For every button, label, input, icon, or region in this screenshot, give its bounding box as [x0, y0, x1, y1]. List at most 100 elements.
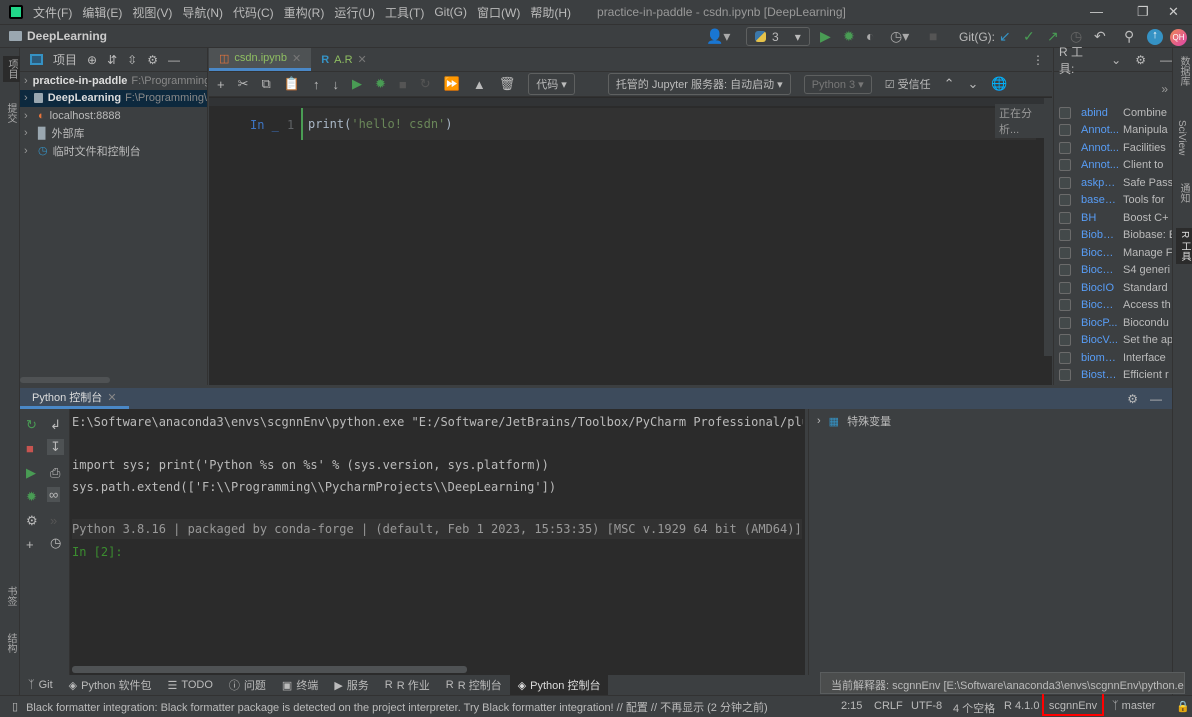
run-icon[interactable]: ▶: [820, 28, 831, 45]
stop-icon[interactable]: ■: [26, 441, 34, 456]
package-checkbox[interactable]: [1059, 106, 1071, 119]
package-row[interactable]: Annot... Facilities: [1054, 139, 1172, 157]
restart-icon[interactable]: ↻: [420, 76, 431, 92]
code-cell[interactable]: print('hello! csdn'): [301, 108, 1036, 140]
tool-tab-r-jobs[interactable]: RR 作业: [377, 675, 438, 695]
history-icon[interactable]: ◷: [50, 535, 61, 551]
tool-tab-r-console[interactable]: RR 控制台: [438, 675, 510, 695]
console-prompt[interactable]: In [2]:: [72, 545, 123, 559]
package-checkbox[interactable]: [1059, 159, 1071, 172]
cell-type-dropdown[interactable]: 代码 ▾: [528, 73, 575, 95]
menu-view[interactable]: 视图(V): [132, 4, 172, 21]
stripe-structure[interactable]: 结构: [3, 633, 18, 653]
package-checkbox[interactable]: [1059, 194, 1071, 207]
locate-icon[interactable]: ⊕: [87, 53, 97, 67]
package-row[interactable]: Biostri... Efficient r: [1054, 367, 1172, 385]
prev-cell-icon[interactable]: ⌃: [944, 76, 955, 92]
package-name[interactable]: Biostri...: [1081, 369, 1120, 381]
tool-tab-problems[interactable]: ⓘ 问题: [221, 675, 274, 695]
more-options-icon[interactable]: ⋮: [1032, 53, 1044, 67]
stripe-database[interactable]: 数据库: [1176, 56, 1191, 86]
package-row[interactable]: BiocM... Access th: [1054, 297, 1172, 315]
r-version[interactable]: R 4.1.0: [1004, 700, 1039, 712]
hide-icon[interactable]: —: [168, 53, 180, 67]
line-separator[interactable]: CRLF: [874, 700, 903, 712]
delete-icon[interactable]: 🗑: [499, 76, 516, 92]
package-row[interactable]: BiocV... Set the ap: [1054, 332, 1172, 350]
expand-icon[interactable]: »: [1054, 72, 1172, 104]
settings-icon[interactable]: ⚙: [147, 53, 158, 67]
soft-wrap-icon[interactable]: ↲: [50, 417, 61, 433]
clear-outputs-icon[interactable]: ▲: [473, 77, 486, 92]
package-checkbox[interactable]: [1059, 281, 1071, 294]
settings-icon[interactable]: ⚙: [26, 513, 38, 529]
lock-icon[interactable]: 🔒: [1176, 700, 1190, 713]
tree-item[interactable]: › ▉ 外部库: [20, 125, 207, 143]
tool-tab-python-packages[interactable]: ◈ Python 软件包: [61, 675, 160, 695]
package-name[interactable]: abind: [1081, 107, 1120, 119]
run-cell-icon[interactable]: ▶: [352, 76, 362, 92]
kernel-dropdown[interactable]: Python 3 ▾: [803, 74, 872, 94]
close-tab-icon[interactable]: ✕: [292, 52, 301, 65]
run-config-dropdown[interactable]: 3 ▾: [746, 27, 810, 46]
hide-icon[interactable]: —: [1160, 53, 1172, 67]
tab-python-console[interactable]: Python 控制台 ✕: [20, 388, 129, 409]
file-encoding[interactable]: UTF-8: [911, 700, 942, 712]
git-commit-icon[interactable]: ✓: [1023, 28, 1035, 45]
stripe-sciview[interactable]: SciView: [1176, 120, 1187, 155]
package-name[interactable]: BiocP...: [1081, 317, 1120, 329]
indent-setting[interactable]: 4 个空格: [953, 700, 995, 716]
profile-icon[interactable]: ◷▾: [890, 28, 909, 45]
package-row[interactable]: base6... Tools for: [1054, 192, 1172, 210]
execute-icon[interactable]: ▶: [26, 465, 36, 481]
menu-file[interactable]: 文件(F): [33, 4, 72, 21]
tree-item[interactable]: › practice-in-paddle F:\Programming\: [20, 72, 207, 90]
package-row[interactable]: BH Boost C+: [1054, 209, 1172, 227]
package-name[interactable]: base6...: [1081, 194, 1120, 206]
stripe-project[interactable]: 项目: [3, 56, 20, 82]
stripe-r-tools[interactable]: R 工具: [1176, 228, 1192, 264]
close-tab-icon[interactable]: ✕: [358, 53, 367, 66]
collapse-all-icon[interactable]: ⇳: [127, 53, 137, 67]
menu-refactor[interactable]: 重构(R): [284, 4, 325, 21]
package-row[interactable]: bioma... Interface: [1054, 349, 1172, 367]
trusted-checkbox[interactable]: ☑ 受信任: [885, 76, 931, 92]
update-icon[interactable]: ↑: [1147, 29, 1163, 45]
new-console-icon[interactable]: +: [26, 537, 34, 552]
account-icon[interactable]: 👤▾: [706, 28, 730, 45]
package-name[interactable]: BiocM...: [1081, 299, 1120, 311]
menu-run[interactable]: 运行(U): [334, 4, 375, 21]
git-push-icon[interactable]: ↗: [1047, 28, 1059, 45]
package-checkbox[interactable]: [1059, 124, 1071, 137]
tool-tab-python-console[interactable]: ◈ Python 控制台: [509, 675, 609, 695]
tree-item[interactable]: › ◷ 临时文件和控制台: [20, 142, 207, 160]
print-icon[interactable]: ⎙: [50, 465, 60, 481]
search-icon[interactable]: ⚲: [1124, 28, 1134, 45]
coverage-icon[interactable]: ◐: [866, 28, 874, 44]
status-message[interactable]: Black formatter integration: Black forma…: [26, 699, 768, 715]
package-name[interactable]: Annot...: [1081, 142, 1120, 154]
package-checkbox[interactable]: [1059, 316, 1071, 329]
globe-icon[interactable]: 🌐: [991, 76, 1007, 92]
package-row[interactable]: Biobase Biobase: E: [1054, 227, 1172, 245]
package-name[interactable]: BH: [1081, 212, 1120, 224]
menu-git[interactable]: Git(G): [434, 5, 467, 19]
scroll-to-end-icon[interactable]: ↧: [47, 439, 64, 455]
project-panel-title[interactable]: 项目: [53, 51, 77, 68]
menu-code[interactable]: 代码(C): [233, 4, 274, 21]
caret-position[interactable]: 2:15: [841, 700, 862, 712]
chevron-down-icon[interactable]: ⌄: [1111, 53, 1121, 67]
hide-icon[interactable]: —: [1150, 392, 1162, 406]
package-checkbox[interactable]: [1059, 246, 1071, 259]
tab-a-r[interactable]: R A.R ✕: [311, 48, 377, 71]
special-variables-node[interactable]: › ▦ 特殊变量: [809, 409, 1172, 433]
stop-icon[interactable]: ■: [929, 28, 937, 44]
package-name[interactable]: BiocG...: [1081, 264, 1120, 276]
package-row[interactable]: BiocIO Standard: [1054, 279, 1172, 297]
add-cell-icon[interactable]: +: [217, 77, 225, 92]
package-row[interactable]: Annot... Manipula: [1054, 122, 1172, 140]
stripe-bookmarks[interactable]: 书签: [3, 586, 18, 606]
copy-icon[interactable]: ⧉: [262, 76, 271, 92]
tab-csdn-ipynb[interactable]: ◫ csdn.ipynb ✕: [209, 48, 312, 71]
git-branch[interactable]: ᛉ master: [1112, 700, 1155, 712]
